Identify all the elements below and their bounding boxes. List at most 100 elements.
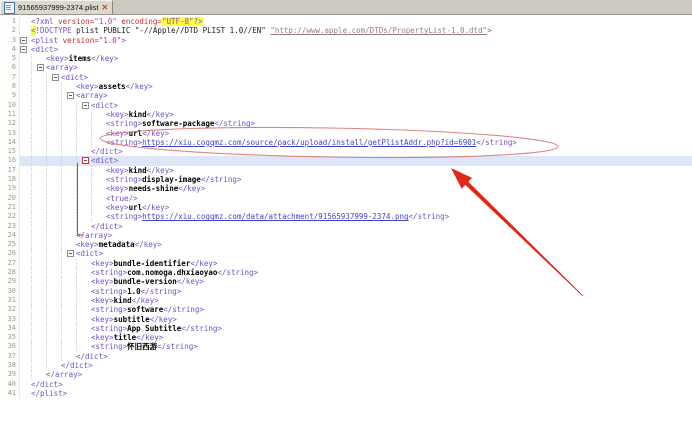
- line-number[interactable]: 3: [0, 36, 20, 45]
- indent-guide: [31, 305, 46, 314]
- line-number[interactable]: 28: [0, 268, 20, 277]
- line-number[interactable]: 21: [0, 203, 20, 212]
- fold-collapse-icon[interactable]: [67, 92, 74, 99]
- fold-collapse-icon[interactable]: [20, 46, 27, 53]
- code-line[interactable]: 5<key>items</key>: [0, 54, 692, 63]
- close-x-icon[interactable]: ✕: [102, 4, 109, 12]
- code-line[interactable]: 38</dict>: [0, 361, 692, 370]
- line-number[interactable]: 18: [0, 175, 20, 184]
- code-line[interactable]: 22<string>https://xiu.cogqmz.com/data/at…: [0, 212, 692, 221]
- code-line[interactable]: 30<string>1.0</string>: [0, 287, 692, 296]
- code-line[interactable]: 21<key>url</key>: [0, 203, 692, 212]
- fold-collapse-icon[interactable]: [52, 74, 59, 81]
- code-line[interactable]: 26<dict>: [0, 249, 692, 258]
- line-number[interactable]: 10: [0, 101, 20, 110]
- line-number[interactable]: 12: [0, 119, 20, 128]
- indent-guide: [46, 296, 61, 305]
- line-number[interactable]: 4: [0, 45, 20, 54]
- fold-collapse-icon[interactable]: [82, 157, 89, 164]
- code-line[interactable]: 13<key>url</key>: [0, 129, 692, 138]
- line-number[interactable]: 22: [0, 212, 20, 221]
- code-line[interactable]: 14<string>https://xiu.cogqmz.com/source/…: [0, 138, 692, 147]
- fold-collapse-icon[interactable]: [67, 250, 74, 257]
- fold-collapse-icon[interactable]: [82, 102, 89, 109]
- indent-guide: [46, 138, 61, 147]
- code-line[interactable]: 24</array>: [0, 231, 692, 240]
- code-line[interactable]: 7<dict>: [0, 73, 692, 82]
- line-number[interactable]: 25: [0, 240, 20, 249]
- line-number[interactable]: 5: [0, 54, 20, 63]
- code-line[interactable]: 10<dict>: [0, 101, 692, 110]
- line-number[interactable]: 31: [0, 296, 20, 305]
- line-number[interactable]: 35: [0, 333, 20, 342]
- line-number[interactable]: 26: [0, 249, 20, 258]
- code-line[interactable]: 31<key>kind</key>: [0, 296, 692, 305]
- line-number[interactable]: 24: [0, 231, 20, 240]
- code-line[interactable]: 32<string>software</string>: [0, 305, 692, 314]
- line-number[interactable]: 29: [0, 277, 20, 286]
- line-number[interactable]: 11: [0, 110, 20, 119]
- code-line[interactable]: 33<key>subtitle</key>: [0, 315, 692, 324]
- code-line[interactable]: 1<?xml version="1.0" encoding="UTF-8"?>: [0, 17, 692, 26]
- code-line[interactable]: 12<string>software-package</string>: [0, 119, 692, 128]
- code-line[interactable]: 6<array>: [0, 63, 692, 72]
- line-number[interactable]: 39: [0, 370, 20, 379]
- code-line[interactable]: 36<string>怀旧西游</string>: [0, 342, 692, 351]
- code-line[interactable]: 18<string>display-image</string>: [0, 175, 692, 184]
- code-line[interactable]: 29<key>bundle-version</key>: [0, 277, 692, 286]
- line-number[interactable]: 17: [0, 166, 20, 175]
- line-number[interactable]: 1: [0, 17, 20, 26]
- indent-guide: [46, 333, 61, 342]
- fold-collapse-icon[interactable]: [20, 37, 27, 44]
- line-number[interactable]: 37: [0, 352, 20, 361]
- line-number[interactable]: 38: [0, 361, 20, 370]
- code-line[interactable]: 2<!DOCTYPE plist PUBLIC "-//Apple//DTD P…: [0, 26, 692, 35]
- line-number[interactable]: 33: [0, 315, 20, 324]
- line-number[interactable]: 30: [0, 287, 20, 296]
- line-number[interactable]: 14: [0, 138, 20, 147]
- line-number[interactable]: 8: [0, 82, 20, 91]
- code-line[interactable]: 3<plist version="1.0">: [0, 36, 692, 45]
- tab-plist-file[interactable]: 91565937999-2374.plist ✕: [0, 0, 113, 14]
- line-number[interactable]: 20: [0, 194, 20, 203]
- code-line[interactable]: 11<key>kind</key>: [0, 110, 692, 119]
- line-number[interactable]: 13: [0, 129, 20, 138]
- code-line[interactable]: 28<string>com.nomoga.dhxiaoyao</string>: [0, 268, 692, 277]
- code-line[interactable]: 41 </plist>: [0, 389, 692, 398]
- code-line[interactable]: 15</dict>: [0, 147, 692, 156]
- line-number[interactable]: 23: [0, 222, 20, 231]
- code-line[interactable]: 8<key>assets</key>: [0, 82, 692, 91]
- code-line[interactable]: 9<array>: [0, 91, 692, 100]
- line-number[interactable]: 41: [0, 389, 20, 398]
- code-line[interactable]: 27<key>bundle-identifier</key>: [0, 259, 692, 268]
- code-line[interactable]: 37</dict>: [0, 352, 692, 361]
- line-number[interactable]: 40: [0, 380, 20, 389]
- line-number[interactable]: 19: [0, 184, 20, 193]
- line-number[interactable]: 34: [0, 324, 20, 333]
- line-number[interactable]: 6: [0, 63, 20, 72]
- code-line[interactable]: 17<key>kind</key>: [0, 166, 692, 175]
- code-line[interactable]: 23</dict>: [0, 222, 692, 231]
- code-line[interactable]: 34<string>App Subtitle</string>: [0, 324, 692, 333]
- fold-margin: [20, 315, 29, 324]
- line-number[interactable]: 16: [0, 156, 20, 165]
- line-number[interactable]: 9: [0, 91, 20, 100]
- line-number[interactable]: 15: [0, 147, 20, 156]
- code-editor[interactable]: 1<?xml version="1.0" encoding="UTF-8"?>2…: [0, 15, 692, 426]
- line-number[interactable]: 36: [0, 342, 20, 351]
- code-line[interactable]: 40</dict>: [0, 380, 692, 389]
- code-line[interactable]: 35<key>title</key>: [0, 333, 692, 342]
- syntax-segment-tag: </plist>: [31, 389, 67, 398]
- line-number[interactable]: 32: [0, 305, 20, 314]
- line-number[interactable]: 2: [0, 26, 20, 35]
- code-line[interactable]: 25<key>metadata</key>: [0, 240, 692, 249]
- code-line[interactable]: 4<dict>: [0, 45, 692, 54]
- fold-collapse-icon[interactable]: [37, 64, 44, 71]
- code-line[interactable]: 20<true/>: [0, 194, 692, 203]
- code-line[interactable]: 19<key>needs-shine</key>: [0, 184, 692, 193]
- line-number[interactable]: 27: [0, 259, 20, 268]
- code-line[interactable]: 39</array>: [0, 370, 692, 379]
- code-line[interactable]: 16<dict>: [0, 156, 692, 165]
- indent-guide: [31, 91, 46, 100]
- line-number[interactable]: 7: [0, 73, 20, 82]
